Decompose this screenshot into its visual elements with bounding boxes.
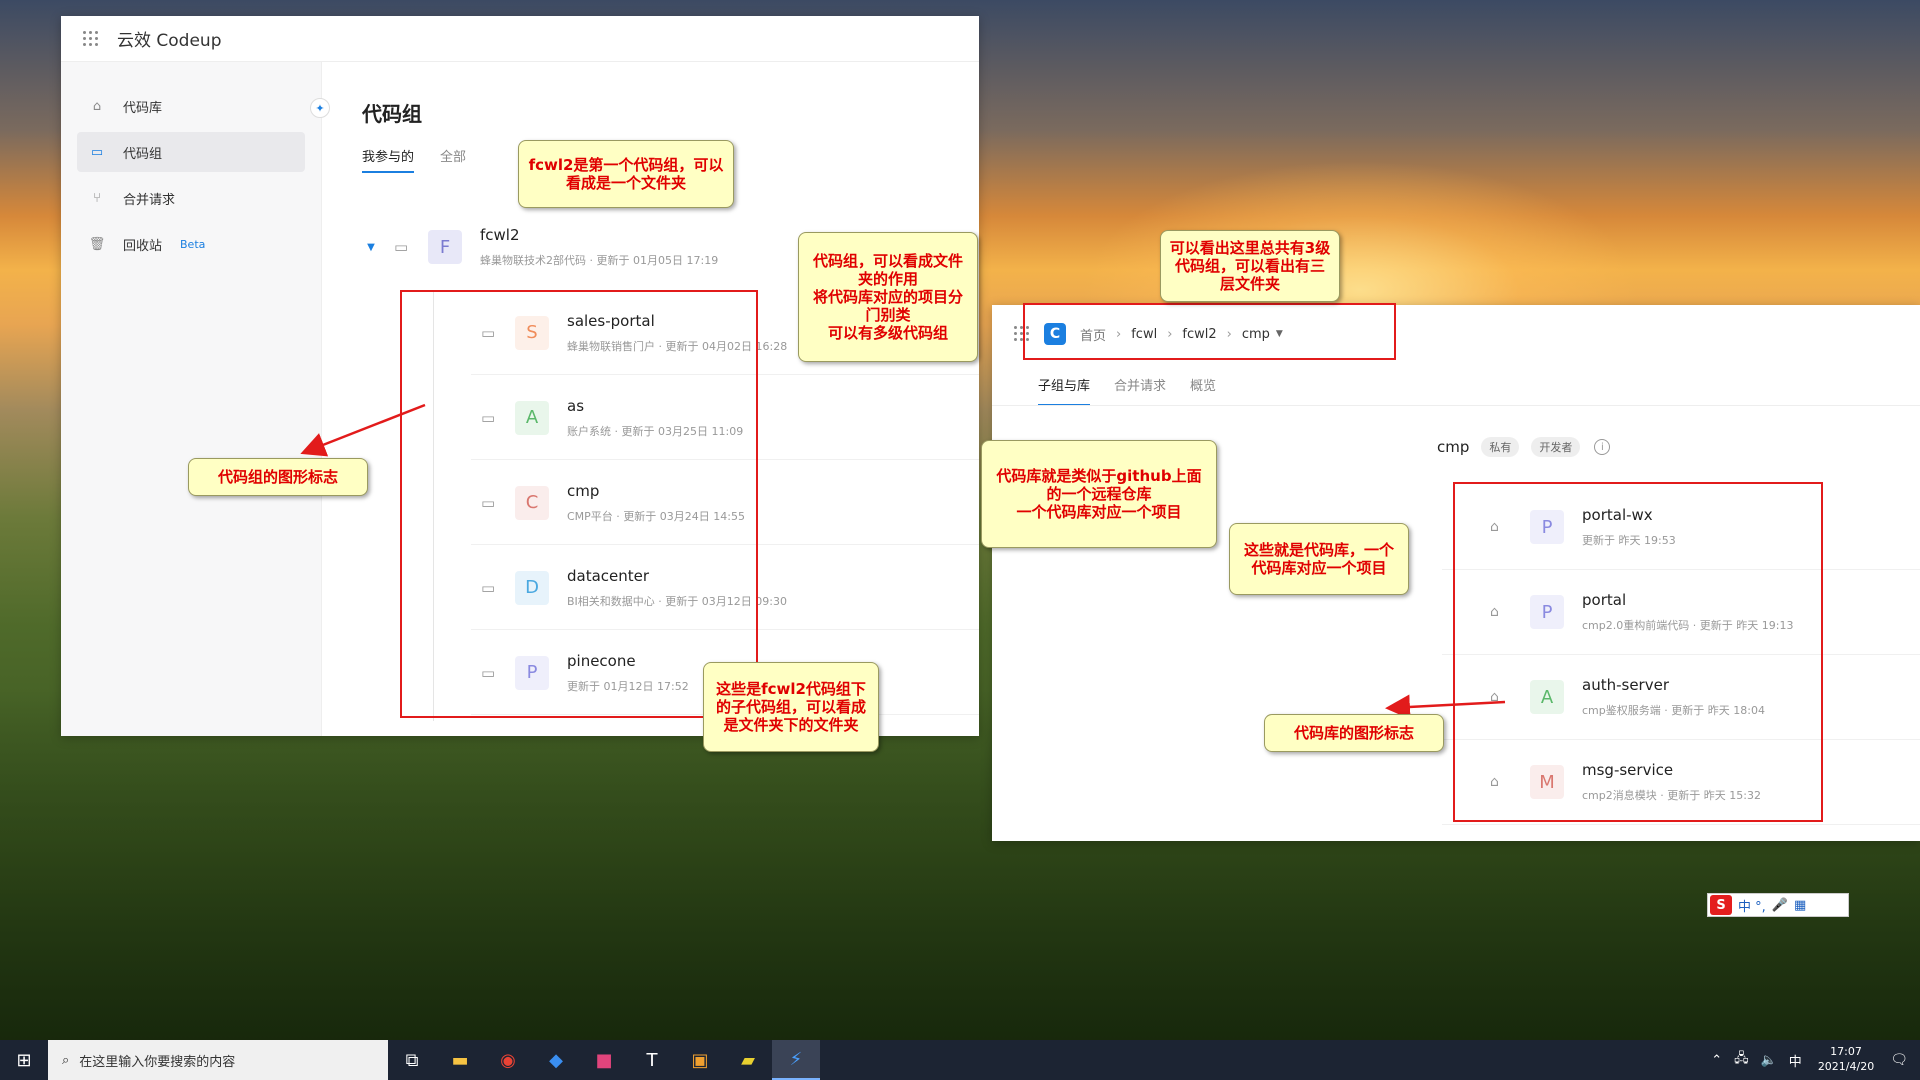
merge-icon: ⑂ (93, 190, 101, 206)
repo-icon: ⌂ (92, 98, 102, 114)
beta-badge: Beta (180, 237, 206, 251)
feishu-icon[interactable]: ◆ (532, 1040, 580, 1080)
chrome-icon[interactable]: ◉ (484, 1040, 532, 1080)
note-repo-icon: 代码库的图形标志 (1264, 714, 1444, 752)
grid-icon[interactable]: ▦ (1794, 898, 1806, 913)
clock-date: 2021/4/20 (1817, 1060, 1875, 1073)
app-icon[interactable]: ▣ (676, 1040, 724, 1080)
sidebar-item-label: 合并请求 (123, 192, 176, 208)
tab-merge-requests[interactable]: 合并请求 (1114, 375, 1166, 406)
tab-subgroups-repos[interactable]: 子组与库 (1038, 375, 1091, 406)
typora-icon[interactable]: T (628, 1040, 676, 1080)
divider (992, 405, 1920, 406)
highlight-subgroups (400, 290, 758, 718)
windows-start-icon[interactable]: ⊞ (0, 1040, 48, 1080)
ime-toolbar[interactable]: S 中 °, 🎤 ▦ (1707, 893, 1849, 917)
navicat-icon[interactable]: ▰ (724, 1040, 772, 1080)
group-header: cmp 私有 开发者 i (1437, 437, 1611, 457)
app-title: 云效 Codeup (117, 31, 222, 51)
note-group-def: 代码组，可以看成文件夹的作用 将代码库对应的项目分门别类 可以有多级代码组 (798, 232, 978, 362)
group-desc: 蜂巢物联技术2部代码 (480, 254, 586, 267)
ime-mode[interactable]: 中 °, (1738, 896, 1766, 915)
sidebar-item-groups[interactable]: ▭ 代码组 (77, 132, 305, 172)
role-badge: 开发者 (1531, 437, 1581, 457)
input-language[interactable]: 中 (1789, 1051, 1802, 1070)
task-view-icon[interactable]: ⧉ (388, 1040, 436, 1080)
volume-icon[interactable]: 🔈 (1761, 1053, 1777, 1068)
tab-overview[interactable]: 概览 (1190, 375, 1216, 406)
sidebar-item-merge[interactable]: ⑂ 合并请求 (77, 178, 305, 218)
collapse-caret-icon[interactable]: ▼ (362, 238, 380, 256)
group-name: cmp (1437, 438, 1470, 456)
folder-icon: ▭ (394, 238, 409, 256)
network-icon[interactable]: 🖧 (1734, 1049, 1749, 1071)
tab-all[interactable]: 全部 (440, 146, 466, 173)
group-avatar: F (428, 230, 462, 264)
group-updated: 更新于 01月05日 17:19 (596, 254, 719, 267)
notification-icon[interactable]: 🗨 (1890, 1052, 1908, 1068)
sidebar-item-repos[interactable]: ⌂ 代码库 (77, 86, 305, 126)
note-subgroups: 这些是fcwl2代码组下的子代码组，可以看成是文件夹下的文件夹 (703, 662, 879, 752)
search-placeholder: 在这里输入你要搜索的内容 (79, 1054, 236, 1070)
sidebar-item-label: 回收站 (123, 238, 163, 254)
apps-grid-icon[interactable] (83, 30, 99, 47)
tab-mine[interactable]: 我参与的 (362, 146, 415, 173)
note-fcwl2: fcwl2是第一个代码组，可以看成是一个文件夹 (518, 140, 734, 208)
repo-tabs: 子组与库 合并请求 概览 (1038, 375, 1216, 406)
chevron-up-icon[interactable]: ⌃ (1711, 1053, 1722, 1068)
system-tray: ⌃ 🖧 🔈 中 17:07 2021/4/20 🗨 (1711, 1040, 1920, 1080)
group-name[interactable]: fcwl2 (480, 226, 718, 244)
clock-time: 17:07 (1830, 1045, 1862, 1059)
note-group-icon: 代码组的图形标志 (188, 458, 368, 496)
sidebar-item-label: 代码组 (123, 146, 163, 162)
search-icon: ⌕ (62, 1052, 70, 1068)
info-icon[interactable]: i (1594, 439, 1611, 455)
file-explorer-icon[interactable]: ▬ (436, 1040, 484, 1080)
sidebar-item-trash[interactable]: 🗑 回收站 Beta (77, 224, 305, 264)
page-title: 代码组 (362, 102, 422, 126)
highlight-breadcrumb (1023, 303, 1396, 360)
taskbar-search[interactable]: ⌕ 在这里输入你要搜索的内容 (48, 1040, 388, 1080)
note-repos: 这些就是代码库，一个代码库对应一个项目 (1229, 523, 1409, 595)
dingtalk-icon[interactable]: ⚡ (772, 1040, 820, 1080)
note-repo-def: 代码库就是类似于github上面的一个远程仓库 一个代码库对应一个项目 (981, 440, 1217, 548)
titlebar: 云效 Codeup (61, 16, 979, 62)
clock[interactable]: 17:07 2021/4/20 (1818, 1045, 1874, 1075)
taskbar: ⊞ ⌕ 在这里输入你要搜索的内容 ⧉ ▬ ◉ ◆ ■ T ▣ ▰ ⚡ ⌃ 🖧 🔈… (0, 1040, 1920, 1080)
highlight-repos (1453, 482, 1823, 822)
group-tabs: 我参与的 全部 (362, 146, 466, 173)
note-three-levels: 可以看出这里总共有3级代码组，可以看出有三层文件夹 (1160, 230, 1340, 302)
intellij-icon[interactable]: ■ (580, 1040, 628, 1080)
trash-icon: 🗑 (88, 236, 106, 252)
sogou-icon[interactable]: S (1710, 895, 1732, 915)
private-badge: 私有 (1481, 437, 1520, 457)
sidebar-item-label: 代码库 (123, 100, 163, 116)
sidebar: ✦ ⌂ 代码库 ▭ 代码组 ⑂ 合并请求 🗑 回收站 Beta (61, 62, 330, 736)
folder-icon: ▭ (90, 144, 104, 160)
mic-icon[interactable]: 🎤 (1772, 898, 1788, 913)
